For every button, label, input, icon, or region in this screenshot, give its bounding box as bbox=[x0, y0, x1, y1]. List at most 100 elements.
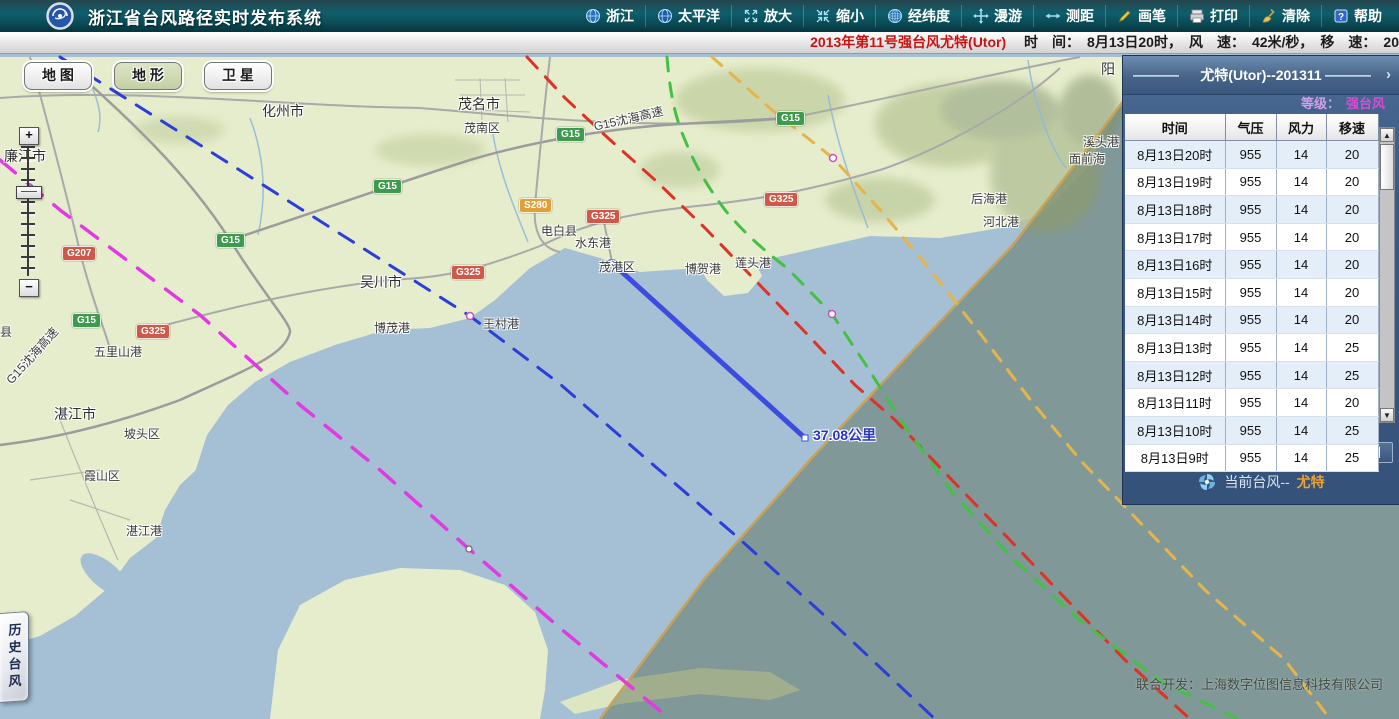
table-row[interactable]: 8月13日19时9551420 bbox=[1125, 168, 1378, 196]
nav-label: 测距 bbox=[1066, 6, 1094, 26]
latlon-button[interactable]: 经纬度 bbox=[875, 5, 961, 27]
map-type-button-satellite[interactable]: 卫 星 bbox=[204, 62, 272, 90]
app-logo-icon bbox=[46, 2, 74, 30]
typhoon-info-panel: 尤特(Utor)--201311 › 等级： 强台风 时间 气压 风力 移速 8月… bbox=[1122, 55, 1399, 505]
print-icon bbox=[1189, 8, 1205, 24]
measure-icon bbox=[1045, 8, 1061, 24]
print-button[interactable]: 打印 bbox=[1177, 5, 1249, 27]
grade-label: 等级： bbox=[1301, 96, 1340, 111]
nav-label: 漫游 bbox=[994, 6, 1022, 26]
table-wrap: 时间 气压 风力 移速 8月13日20时95514208月13日19时95514… bbox=[1123, 114, 1399, 436]
table-cell: 955 bbox=[1225, 223, 1276, 251]
table-cell: 8月13日9时 bbox=[1125, 444, 1225, 472]
measure-endpoint bbox=[609, 260, 615, 266]
col-header-pressure: 气压 bbox=[1225, 114, 1276, 141]
nav-label: 放大 bbox=[764, 6, 792, 26]
panel-header[interactable]: 尤特(Utor)--201311 › bbox=[1123, 56, 1399, 95]
nav-label: 太平洋 bbox=[678, 6, 720, 26]
zoom-in-tool-button[interactable]: 放大 bbox=[731, 5, 803, 27]
table-cell: 8月13日11时 bbox=[1125, 389, 1225, 417]
scroll-down-button[interactable]: ▼ bbox=[1380, 408, 1394, 422]
table-cell: 8月13日12时 bbox=[1125, 361, 1225, 389]
table-row[interactable]: 8月13日9时9551425 bbox=[1125, 444, 1378, 472]
table-cell: 14 bbox=[1276, 223, 1326, 251]
pen-button[interactable]: 画笔 bbox=[1105, 5, 1177, 27]
nav-label: 浙江 bbox=[606, 6, 634, 26]
zoom-out-button[interactable]: − bbox=[19, 279, 39, 297]
header-rule-right bbox=[1325, 75, 1371, 77]
help-button[interactable]: ? 帮助 bbox=[1321, 5, 1393, 27]
typhoon-table-body: 8月13日20时95514208月13日19时95514208月13日18时95… bbox=[1125, 141, 1378, 472]
table-row[interactable]: 8月13日10时9551425 bbox=[1125, 416, 1378, 444]
table-cell: 20 bbox=[1326, 168, 1378, 196]
typhoon-table: 时间 气压 风力 移速 8月13日20时95514208月13日19时95514… bbox=[1125, 114, 1379, 472]
table-row[interactable]: 8月13日11时9551420 bbox=[1125, 389, 1378, 417]
table-scrollbar[interactable]: ▲ ▼ bbox=[1379, 127, 1395, 423]
measure-endpoint bbox=[802, 435, 808, 441]
header-rule-left bbox=[1133, 75, 1179, 77]
table-cell: 25 bbox=[1326, 444, 1378, 472]
zoom-in-button[interactable]: + bbox=[19, 127, 39, 145]
table-cell: 8月13日17时 bbox=[1125, 223, 1225, 251]
table-row[interactable]: 8月13日20时9551420 bbox=[1125, 141, 1378, 169]
table-cell: 8月13日19时 bbox=[1125, 168, 1225, 196]
help-icon: ? bbox=[1333, 8, 1349, 24]
table-row[interactable]: 8月13日13时9551425 bbox=[1125, 334, 1378, 362]
pacific-button[interactable]: 太平洋 bbox=[645, 5, 731, 27]
current-typhoon-name: 尤特 bbox=[1297, 472, 1325, 492]
table-row[interactable]: 8月13日18时9551420 bbox=[1125, 196, 1378, 224]
history-typhoon-tab[interactable]: 历史台风 bbox=[0, 611, 29, 703]
pan-icon bbox=[973, 8, 989, 24]
table-row[interactable]: 8月13日12时9551425 bbox=[1125, 361, 1378, 389]
table-cell: 20 bbox=[1326, 196, 1378, 224]
pan-button[interactable]: 漫游 bbox=[961, 5, 1033, 27]
zhejiang-button[interactable]: 浙江 bbox=[574, 5, 645, 27]
clear-button[interactable]: 清除 bbox=[1249, 5, 1321, 27]
zoom-slider-handle[interactable] bbox=[16, 186, 42, 199]
scroll-up-button[interactable]: ▲ bbox=[1380, 128, 1394, 142]
map-type-button-map[interactable]: 地 图 bbox=[24, 62, 92, 90]
table-cell: 955 bbox=[1225, 141, 1276, 169]
table-cell: 955 bbox=[1225, 416, 1276, 444]
table-cell: 14 bbox=[1276, 334, 1326, 362]
scroll-thumb[interactable] bbox=[1380, 144, 1394, 190]
col-header-time: 时间 bbox=[1125, 114, 1225, 141]
table-cell: 25 bbox=[1326, 334, 1378, 362]
toolbar: 浙江 太平洋 放大 缩小 经纬度 漫游 测距 画笔 bbox=[574, 0, 1399, 32]
table-row[interactable]: 8月13日17时9551420 bbox=[1125, 223, 1378, 251]
grade-value: 强台风 bbox=[1346, 96, 1385, 111]
table-cell: 8月13日13时 bbox=[1125, 334, 1225, 362]
table-cell: 8月13日16时 bbox=[1125, 251, 1225, 279]
table-row[interactable]: 8月13日14时9551420 bbox=[1125, 306, 1378, 334]
map-type-button-terrain[interactable]: 地 形 bbox=[114, 62, 182, 90]
table-cell: 25 bbox=[1326, 361, 1378, 389]
table-cell: 20 bbox=[1326, 389, 1378, 417]
zoom-out-tool-button[interactable]: 缩小 bbox=[803, 5, 875, 27]
collapse-chevron-icon[interactable]: › bbox=[1386, 56, 1391, 94]
table-header-row: 时间 气压 风力 移速 bbox=[1125, 114, 1378, 141]
table-cell: 955 bbox=[1225, 168, 1276, 196]
svg-text:?: ? bbox=[1338, 12, 1344, 23]
table-row[interactable]: 8月13日15时9551420 bbox=[1125, 278, 1378, 306]
nav-label: 缩小 bbox=[836, 6, 864, 26]
table-cell: 14 bbox=[1276, 416, 1326, 444]
pacific-globe-icon bbox=[657, 8, 673, 24]
table-cell: 955 bbox=[1225, 306, 1276, 334]
zoom-slider[interactable] bbox=[21, 146, 35, 276]
table-cell: 955 bbox=[1225, 444, 1276, 472]
table-cell: 955 bbox=[1225, 278, 1276, 306]
table-row[interactable]: 8月13日16时9551420 bbox=[1125, 251, 1378, 279]
measure-button[interactable]: 测距 bbox=[1033, 5, 1105, 27]
measure-distance-label: 37.08公里 bbox=[813, 425, 876, 445]
app-title: 浙江省台风路径实时发布系统 bbox=[88, 4, 322, 29]
table-cell: 14 bbox=[1276, 196, 1326, 224]
zoom-out-icon bbox=[815, 8, 831, 24]
table-cell: 14 bbox=[1276, 168, 1326, 196]
status-details: 时 间： 8月13日20时， 风 速： 42米/秒， 移 速： 20 bbox=[1010, 34, 1399, 50]
col-header-wind: 风力 bbox=[1276, 114, 1326, 141]
table-cell: 8月13日15时 bbox=[1125, 278, 1225, 306]
table-cell: 955 bbox=[1225, 251, 1276, 279]
table-cell: 8月13日10时 bbox=[1125, 416, 1225, 444]
table-cell: 20 bbox=[1326, 251, 1378, 279]
latlon-globe-icon bbox=[887, 8, 903, 24]
